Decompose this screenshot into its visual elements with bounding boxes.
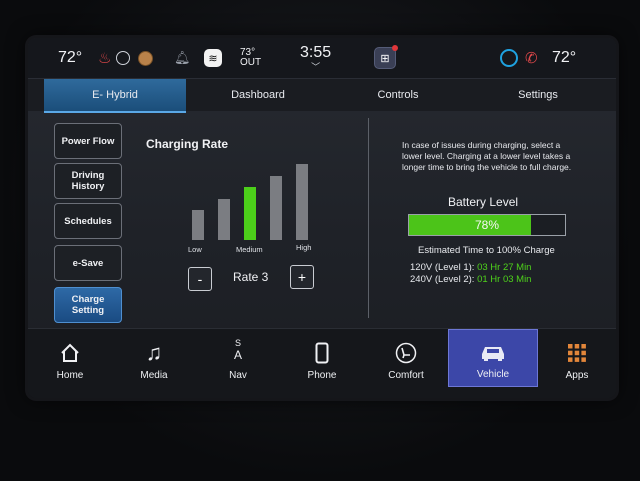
charging-rate-bar-2[interactable] [218,198,230,240]
e-save-button[interactable]: e-Save [54,245,122,281]
rate-value: Rate 3 [233,270,269,284]
panel-divider [368,118,369,318]
driving-history-button[interactable]: Driving History [54,163,122,199]
nav-apps[interactable]: Apps [538,329,616,387]
chevron-down-icon: ﹀ [311,61,321,72]
level2-estimate: 240V (Level 2): 01 Hr 03 Min [410,274,531,285]
rate-decrease-button[interactable]: - [188,267,212,291]
charging-rate-bar-4[interactable] [270,175,282,240]
tab-settings[interactable]: Settings [468,79,608,111]
compass-letter-a: A [233,348,242,362]
seat-icon [395,342,417,364]
nav-vehicle-label: Vehicle [476,369,510,380]
infotainment-screen: 72° ♨ 🔔︎ ≋ 73° OUT 3:55 ﹀ ⊞ ✆ 72° E- Hyb… [28,38,616,398]
nav-media[interactable]: ♫ Media [112,329,196,387]
bar-label-low: Low [188,245,202,254]
charging-rate-bar-1[interactable] [192,210,204,240]
tab-e-hybrid[interactable]: E- Hybrid [44,79,186,113]
grid-icon [567,342,587,364]
charging-info-text: In case of issues during charging, selec… [402,140,572,172]
nav-phone-label: Phone [307,370,337,381]
power-flow-button[interactable]: Power Flow [54,123,122,159]
car-icon [479,341,507,363]
phone-icon[interactable]: ✆ [525,38,538,78]
level2-time: 01 Hr 03 Min [477,274,532,285]
nav-comfort-label: Comfort [388,370,424,381]
nav-apps-label: Apps [565,370,589,381]
compass-icon: S A [234,334,242,364]
music-note-icon: ♫ [145,340,163,365]
tab-controls[interactable]: Controls [328,79,468,111]
driver-temp[interactable]: 72° [58,38,82,78]
nav-media-label: Media [140,370,168,381]
status-bar: 72° ♨ 🔔︎ ≋ 73° OUT 3:55 ﹀ ⊞ ✆ 72° [28,38,616,79]
level1-estimate: 120V (Level 1): 03 Hr 27 Min [410,262,531,273]
bar-label-medium: Medium [236,245,263,254]
tab-bar: E- Hybrid Dashboard Controls Settings [28,79,616,113]
level1-time: 03 Hr 27 Min [477,262,532,273]
estimate-title: Estimated Time to 100% Charge [418,245,555,256]
wifi-icon[interactable]: ≋ [204,38,222,78]
battery-level-percent: 78% [474,218,500,232]
bar-label-high: High [296,243,312,252]
outside-temp-label: OUT [240,57,262,68]
battery-level-title: Battery Level [448,195,519,209]
rate-increase-button[interactable]: + [290,265,314,289]
charge-setting-button[interactable]: Charge Setting [54,287,122,323]
home-icon [59,342,81,364]
battery-level-bar: 78% [408,214,566,236]
nav-nav[interactable]: S A Nav [196,329,280,387]
schedules-button[interactable]: Schedules [54,203,122,239]
charging-rate-bar-3[interactable] [244,187,256,240]
level2-label: 240V (Level 2): [410,274,475,285]
nav-phone[interactable]: Phone [280,329,364,387]
heated-wheel-icon[interactable] [138,38,153,78]
smartphone-icon [315,342,329,364]
voice-assistant-icon[interactable] [500,38,518,78]
level1-label: 120V (Level 1): [410,262,475,273]
nav-comfort[interactable]: Comfort [364,329,448,387]
nav-home[interactable]: Home [28,329,112,387]
apps-icon[interactable]: ⊞ [374,38,398,78]
charging-rate-title: Charging Rate [146,137,229,151]
heated-seat-icon[interactable]: ♨ [98,38,111,78]
tab-dashboard[interactable]: Dashboard [188,79,328,111]
bottom-nav: Home ♫ Media S A Nav Phone Comfort Vehic… [28,328,616,398]
notification-bell-icon[interactable]: 🔔︎ [174,38,191,78]
nav-vehicle[interactable]: Vehicle [448,329,538,387]
nav-home-label: Home [56,370,84,381]
nav-nav-label: Nav [229,370,247,381]
passenger-temp[interactable]: 72° [552,38,576,78]
charging-rate-bar-5[interactable] [296,164,308,240]
clock[interactable]: 3:55 ﹀ [300,38,331,78]
outside-temp: 73° OUT [240,38,261,78]
steering-heat-icon[interactable] [116,38,130,78]
